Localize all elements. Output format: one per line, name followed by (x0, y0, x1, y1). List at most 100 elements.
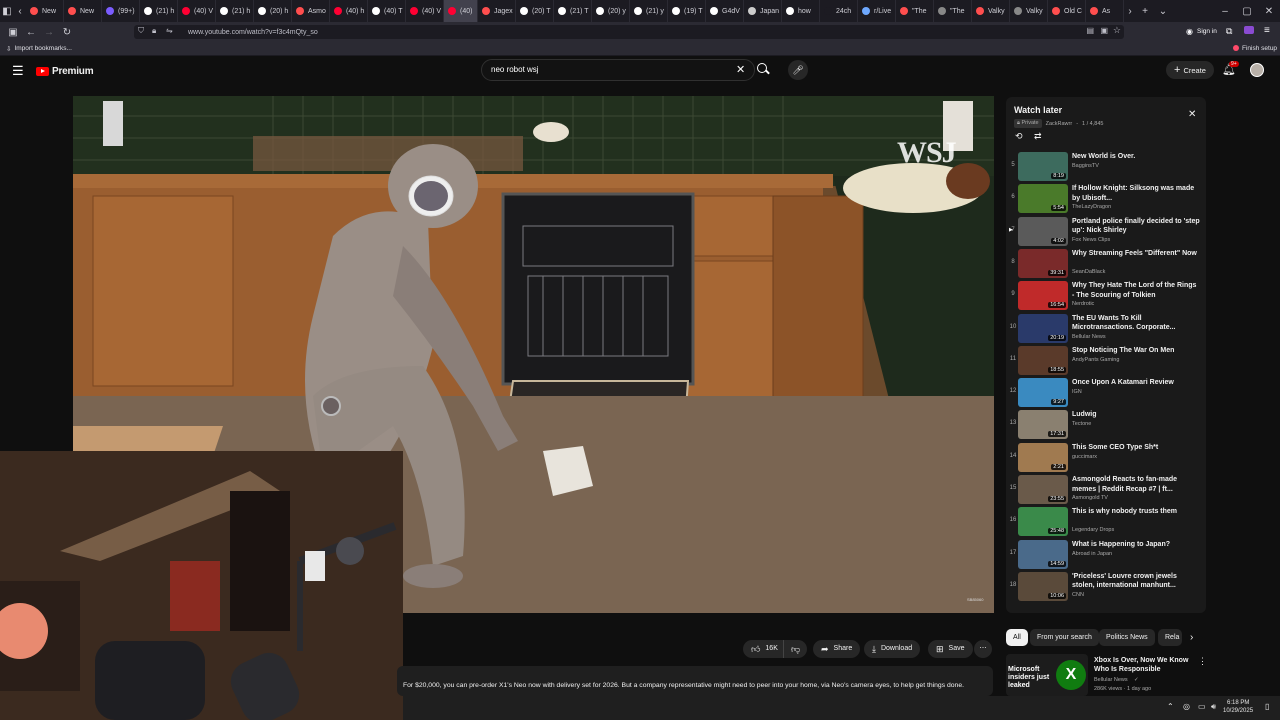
playlist-item[interactable]: 8 39:31 Why Streaming Feels "Different" No… (1006, 248, 1206, 281)
shield-icon[interactable]: ⛉ (138, 26, 144, 36)
menu-icon[interactable]: ≡ (1264, 25, 1270, 36)
playlist-item-title[interactable]: Stop Noticing The War On Men (1072, 346, 1200, 356)
browser-tab[interactable]: (40) V (406, 0, 444, 22)
playlist-item-title[interactable]: New World is Over. (1072, 152, 1200, 162)
monitor-icon[interactable]: ▭ (1198, 702, 1206, 711)
shuffle-icon[interactable]: ⇄ (1034, 131, 1042, 142)
browser-tab[interactable]: (40)✕ (444, 0, 478, 22)
share-button[interactable]: ➦ Share (813, 640, 861, 658)
volume-icon[interactable]: 🔊︎ (1211, 702, 1216, 712)
browser-tab[interactable]: "The (896, 0, 934, 22)
browser-tab[interactable]: (21) T (554, 0, 592, 22)
tray-chevron-icon[interactable]: ⌃ (1167, 702, 1174, 711)
playlist-item-thumbnail[interactable]: 17:31 (1018, 410, 1068, 440)
browser-tab[interactable]: 24ch (820, 0, 858, 22)
sidebar-toggle-icon[interactable]: ▣ (4, 27, 22, 38)
playlist-item-title[interactable]: If Hollow Knight: Silksong was made by U… (1072, 184, 1200, 203)
clock-time[interactable]: 6:18 PM (1227, 700, 1249, 706)
playlist-item-thumbnail[interactable]: 39:31 (1018, 248, 1068, 278)
loop-icon[interactable]: ⟲ (1015, 131, 1023, 142)
finish-setup-link[interactable]: Finish setup (1242, 45, 1277, 52)
playlist-item-thumbnail[interactable]: 23:55 (1018, 475, 1068, 504)
new-tab-icon[interactable]: + (1136, 6, 1154, 17)
minimize-icon[interactable]: – (1214, 6, 1236, 17)
tabs-scroll-left-icon[interactable]: ‹ (14, 6, 26, 17)
like-button[interactable]: 👍︎ 16K (743, 640, 784, 658)
download-button[interactable]: ⤓ Download (864, 640, 921, 658)
search-input[interactable]: neo robot wsj ✕ (481, 59, 755, 81)
browser-tab[interactable]: Japan (744, 0, 782, 22)
create-button[interactable]: + Create (1166, 61, 1214, 79)
playlist-owner[interactable]: ZackRawrr (1046, 121, 1073, 127)
filter-chip[interactable]: Rela (1158, 629, 1182, 646)
rec-more-icon[interactable]: ⋮ (1198, 656, 1207, 667)
browser-tab[interactable]: "The (934, 0, 972, 22)
playlist-item[interactable]: 6 5:54 If Hollow Knight: Silksong was made… (1006, 184, 1206, 216)
playlist-item-thumbnail[interactable]: 9:27 (1018, 378, 1068, 408)
browser-tab[interactable]: (40) h (330, 0, 368, 22)
playlist-item-thumbnail[interactable]: 14:59 (1018, 539, 1068, 569)
tab-overflow-icon[interactable]: ⌄ (1154, 6, 1172, 17)
browser-tab[interactable]: (40) V (178, 0, 216, 22)
playlist-item-thumbnail[interactable]: 4:02 (1018, 216, 1068, 246)
more-actions-button[interactable]: ⋯ (974, 640, 992, 658)
browser-tab[interactable]: (99+) (102, 0, 140, 22)
browser-tab[interactable]: (19) T (668, 0, 706, 22)
playlist-item[interactable]: 15 23:55 Asmongold Reacts to fan-made meme… (1006, 475, 1206, 507)
playlist-item[interactable]: 17 14:59 What is Happening to Japan? Abroad… (1006, 539, 1206, 572)
filter-chip[interactable]: All (1006, 629, 1028, 646)
guide-menu-icon[interactable]: ☰ (12, 63, 24, 79)
notification-center-icon[interactable]: ▯ (1265, 702, 1269, 711)
browser-tab[interactable]: Old C (1048, 0, 1086, 22)
playlist-item-title[interactable]: This is why nobody trusts them (1072, 507, 1200, 517)
playlist-item[interactable]: 5 8:19 New World is Over. BagginsTV (1006, 152, 1206, 184)
browser-tab[interactable]: Jagex (478, 0, 516, 22)
playlist-title[interactable]: Watch later (1014, 105, 1062, 115)
playlist-item[interactable]: 13 17:31 Ludwig Tectone (1006, 410, 1206, 442)
playlist-item-title[interactable]: Ludwig (1072, 410, 1200, 420)
playlist-item-thumbnail[interactable]: 10:06 (1018, 571, 1068, 601)
youtube-logo[interactable]: Premium (36, 66, 94, 77)
rec-thumbnail[interactable]: Microsoft insiders just leaked X (1006, 654, 1088, 696)
dislike-button[interactable]: 👎︎ (783, 640, 808, 658)
browser-tab[interactable]: Valky (972, 0, 1010, 22)
maximize-icon[interactable]: ▢ (1236, 6, 1258, 17)
playlist-item-thumbnail[interactable]: 2:21 (1018, 442, 1068, 472)
playlist-item-title[interactable]: What is Happening to Japan? (1072, 540, 1200, 550)
browser-tab[interactable]: (21) h (216, 0, 254, 22)
forward-icon[interactable]: → (40, 27, 58, 38)
recommended-video[interactable]: Microsoft insiders just leaked X Xbox Is… (1006, 654, 1207, 696)
tabs-scroll-right-icon[interactable]: › (1124, 6, 1136, 17)
playlist-item[interactable]: 9 16:54 Why They Hate The Lord of the Ring… (1006, 281, 1206, 313)
lock-icon[interactable]: 🔒︎ (152, 26, 156, 36)
playlist-item-title[interactable]: The EU Wants To Kill Microtransactions. … (1072, 314, 1200, 333)
url-bar[interactable]: ⛉ 🔒︎ ⇋ www.youtube.com/watch?v=f3c4mQty_… (134, 25, 1124, 39)
browser-tab[interactable]: Valky (1010, 0, 1048, 22)
chips-next-icon[interactable]: › (1190, 632, 1193, 643)
browser-tab[interactable]: (21) h (140, 0, 178, 22)
extensions-icon[interactable]: ⧉ (1226, 26, 1232, 37)
browser-tab[interactable]: As (1086, 0, 1124, 22)
account-icon[interactable]: ◉ (1186, 27, 1193, 36)
rec-channel[interactable]: Bellular News (1094, 677, 1128, 683)
back-icon[interactable]: ← (22, 27, 40, 38)
playlist-item-thumbnail[interactable]: 18:55 (1018, 345, 1068, 375)
browser-tab[interactable]: New (26, 0, 64, 22)
extension-badge-icon[interactable] (1244, 26, 1254, 34)
playlist-item-title[interactable]: Why They Hate The Lord of the Rings - Th… (1072, 281, 1200, 300)
playlist-item-title[interactable]: 'Priceless' Louvre crown jewels stolen, … (1072, 572, 1200, 591)
clock-date[interactable]: 10/29/2025 (1223, 708, 1253, 714)
playlist-item-thumbnail[interactable]: 25:48 (1018, 507, 1068, 537)
notifications-button[interactable]: 🔔︎ 9+ (1222, 61, 1239, 76)
browser-tab[interactable]: G4dV (706, 0, 744, 22)
playlist-item[interactable]: 18 10:06 'Priceless' Louvre crown jewels s… (1006, 571, 1206, 604)
playlist-item-title[interactable]: Why Streaming Feels "Different" Now (1072, 249, 1200, 259)
playlist-item-thumbnail[interactable]: 5:54 (1018, 184, 1068, 214)
playlist-item[interactable]: 10 20:19 The EU Wants To Kill Microtransac… (1006, 313, 1206, 346)
playlist-item[interactable]: 14 2:21 This Some CEO Type Sh*t guccimarx (1006, 442, 1206, 475)
filter-chip[interactable]: From your search (1030, 629, 1099, 646)
playlist-item[interactable]: 12 9:27 Once Upon A Katamari Review IGN (1006, 378, 1206, 410)
search-button[interactable] (757, 62, 770, 76)
playlist-item[interactable]: 11 18:55 Stop Noticing The War On Men AndyP… (1006, 345, 1206, 378)
rec-title[interactable]: Xbox Is Over, Now We Know Who Is Respons… (1094, 656, 1198, 674)
